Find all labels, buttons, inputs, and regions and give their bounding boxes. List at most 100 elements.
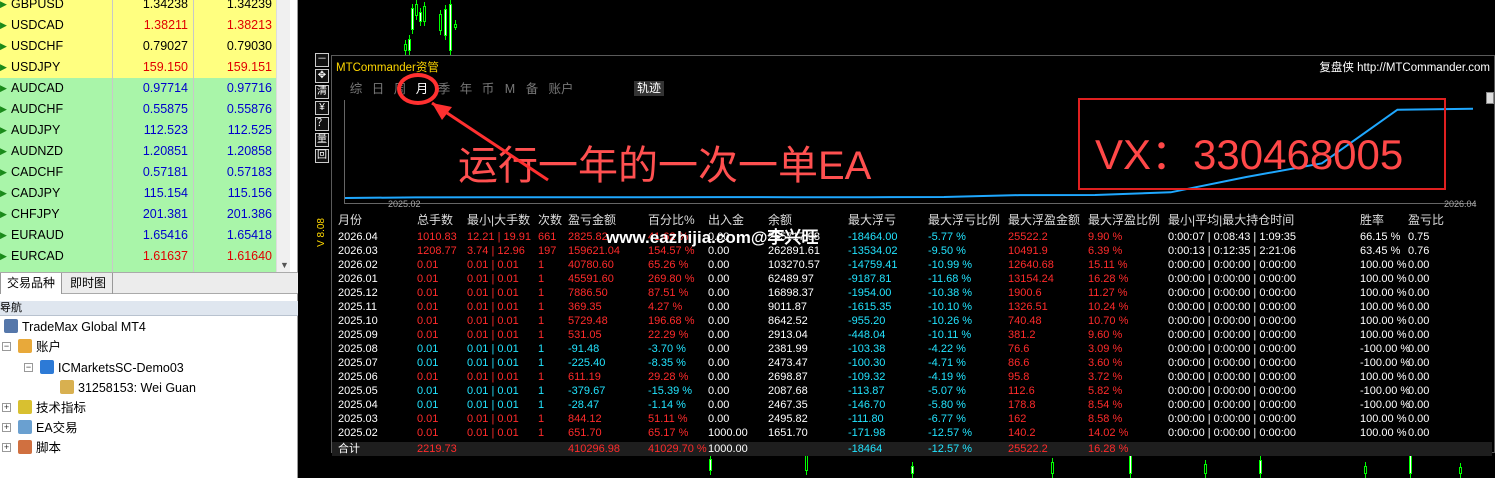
expand-toggle[interactable]: + (2, 423, 11, 432)
table-cell: 65.26 % (648, 259, 689, 271)
navigator-item[interactable]: TradeMax Global MT4 (4, 317, 146, 337)
market-row[interactable]: ▶ USDCAD 1.38211 1.38213 (0, 15, 276, 36)
table-cell: 1010.83 (417, 231, 457, 243)
period-tab[interactable]: M (502, 80, 518, 98)
candle-body (911, 466, 914, 474)
ask-price: 115.156 (193, 183, 276, 204)
market-row[interactable]: ▶ USDJPY 159.150 159.151 (0, 57, 276, 78)
candle-body (415, 4, 418, 16)
toolbar-button[interactable]: ✥ (315, 69, 329, 83)
expand-toggle[interactable]: − (24, 363, 33, 372)
table-cell: 0.00 (1408, 301, 1430, 313)
up-arrow-icon: ▶ (0, 62, 7, 72)
table-cell: 11.27 % (1088, 287, 1128, 299)
period-tab[interactable]: 日 (370, 80, 386, 98)
table-cell: 22.29 % (648, 329, 689, 341)
toolbar-button[interactable]: 回 (315, 149, 329, 163)
table-cell: 0.00 (1408, 357, 1430, 369)
table-cell: 100.00 % (1360, 273, 1407, 285)
table-cell: 0.01 | 0.01 (467, 273, 519, 285)
period-tab[interactable]: 综 (348, 80, 364, 98)
table-cell: 197 (538, 245, 557, 257)
symbol-name: GBPUSD (11, 0, 64, 11)
table-row: 2025.02 0.01 0.01 | 0.01 1 651.70 65.17 % 1000… (332, 426, 1492, 440)
table-cell: 661 (538, 231, 557, 243)
period-tab[interactable]: 币 (480, 80, 496, 98)
toolbar-button[interactable]: － (315, 53, 329, 67)
column-header: 最大浮亏 (848, 213, 897, 227)
navigator-item[interactable]: EA交易 (18, 418, 78, 438)
table-cell: 2025.05 (338, 385, 378, 397)
market-row[interactable]: ▶ AUDCHF 0.55875 0.55876 (0, 99, 276, 120)
navigator-item[interactable]: 31258153: Wei Guan (60, 378, 196, 398)
navigator-item[interactable]: 账户 (18, 337, 61, 357)
table-cell: 2026.01 (338, 273, 378, 285)
period-tab[interactable]: 年 (458, 80, 474, 98)
market-row[interactable]: ▶ AUDCAD 0.97714 0.97716 (0, 78, 276, 99)
table-cell: 9011.87 (768, 301, 807, 313)
table-cell: -5.07 % (928, 385, 966, 397)
period-tab[interactable]: 账户 (546, 80, 576, 98)
table-cell: 29.28 % (648, 371, 689, 383)
table-cell: 2467.35 (768, 399, 808, 411)
bid-price: 159.150 (112, 57, 192, 78)
expand-toggle[interactable]: + (2, 403, 11, 412)
navigator-item[interactable]: ICMarketsSC-Demo03 (40, 358, 184, 378)
table-cell: -28.47 (568, 399, 600, 411)
scroll-down-icon[interactable]: ▼ (280, 260, 289, 270)
market-row[interactable]: ▶ EURAUD 1.65416 1.65418 (0, 225, 276, 246)
total-cell: 2219.73 (417, 443, 457, 455)
symbol-name: CHFJPY (11, 207, 60, 221)
table-cell: 1 (538, 413, 545, 425)
table-cell: 0:00:00 | 0:00:00 | 0:00:00 (1168, 371, 1297, 383)
table-cell: 100.00 % (1360, 301, 1407, 313)
expand-toggle[interactable]: + (2, 443, 11, 452)
table-cell: 2025.02 (338, 427, 378, 439)
toolbar-button[interactable]: 量 (315, 133, 329, 147)
navigator-item-label: 技术指标 (36, 401, 87, 415)
market-row[interactable]: ▶ AUDNZD 1.20851 1.20858 (0, 141, 276, 162)
table-row: 2026.03 1208.77 3.74 | 12.96 197 159621.04 15… (332, 244, 1492, 258)
expand-toggle[interactable]: − (2, 342, 11, 351)
market-watch-scrollbar[interactable]: ▼ (276, 0, 290, 272)
table-cell: 0.00 (1408, 371, 1430, 383)
table-cell: 0.00 (1408, 427, 1430, 439)
table-cell: 0:00:00 | 0:00:00 | 0:00:00 (1168, 427, 1297, 439)
table-row: 2025.09 0.01 0.01 | 0.01 1 531.05 22.29 % 0.00… (332, 328, 1492, 342)
toolbar-button[interactable]: ¥ (315, 101, 329, 115)
table-cell: 0.00 (1408, 385, 1430, 397)
up-arrow-icon: ▶ (0, 251, 7, 261)
close-icon[interactable]: × (0, 301, 294, 316)
panel-scroll-handle[interactable] (1486, 92, 1494, 104)
market-row[interactable]: ▶ CADCHF 0.57181 0.57183 (0, 162, 276, 183)
navigator-item[interactable]: 技术指标 (18, 398, 86, 418)
tab-tick-chart[interactable]: 即时图 (64, 273, 114, 294)
table-cell: 100.00 % (1360, 287, 1407, 299)
market-row[interactable]: ▶ AUDJPY 112.523 112.525 (0, 120, 276, 141)
navigator-item[interactable]: 脚本 (18, 438, 61, 458)
period-tab[interactable]: 备 (524, 80, 540, 98)
tab-symbols[interactable]: 交易品种 (0, 273, 63, 294)
market-row[interactable]: ▶ GBPUSD 1.34238 1.34239 (0, 0, 276, 15)
candle-body (1259, 460, 1262, 474)
table-cell: 611.19 (568, 371, 601, 383)
panel-link[interactable]: 复盘侠 http://MTCommander.com (1319, 59, 1490, 75)
market-row[interactable]: ▶ EURCAD 1.61637 1.61640 (0, 246, 276, 267)
table-cell: 178.8 (1008, 399, 1036, 411)
candle-body (1364, 466, 1367, 474)
up-arrow-icon: ▶ (0, 83, 7, 93)
market-row[interactable]: ▶ CADJPY 115.154 115.156 (0, 183, 276, 204)
toolbar-button[interactable]: ？ (315, 117, 329, 131)
bid-price: 1.34238 (112, 0, 192, 15)
table-cell: 1326.51 (1008, 301, 1048, 313)
market-row[interactable]: ▶ USDCHF 0.79027 0.79030 (0, 36, 276, 57)
toolbar-button[interactable]: 清 (315, 85, 329, 99)
table-cell: 16.28 % (1088, 273, 1129, 285)
track-button[interactable]: 轨迹 (634, 81, 664, 96)
link-url[interactable]: http://MTCommander.com (1357, 62, 1490, 74)
table-cell: 25522.2 (1008, 231, 1048, 243)
table-cell: 10.24 % (1088, 301, 1129, 313)
table-cell: -10.10 % (928, 301, 973, 313)
market-row[interactable]: ▶ CHFJPY 201.381 201.386 (0, 204, 276, 225)
table-cell: 1 (538, 371, 545, 383)
